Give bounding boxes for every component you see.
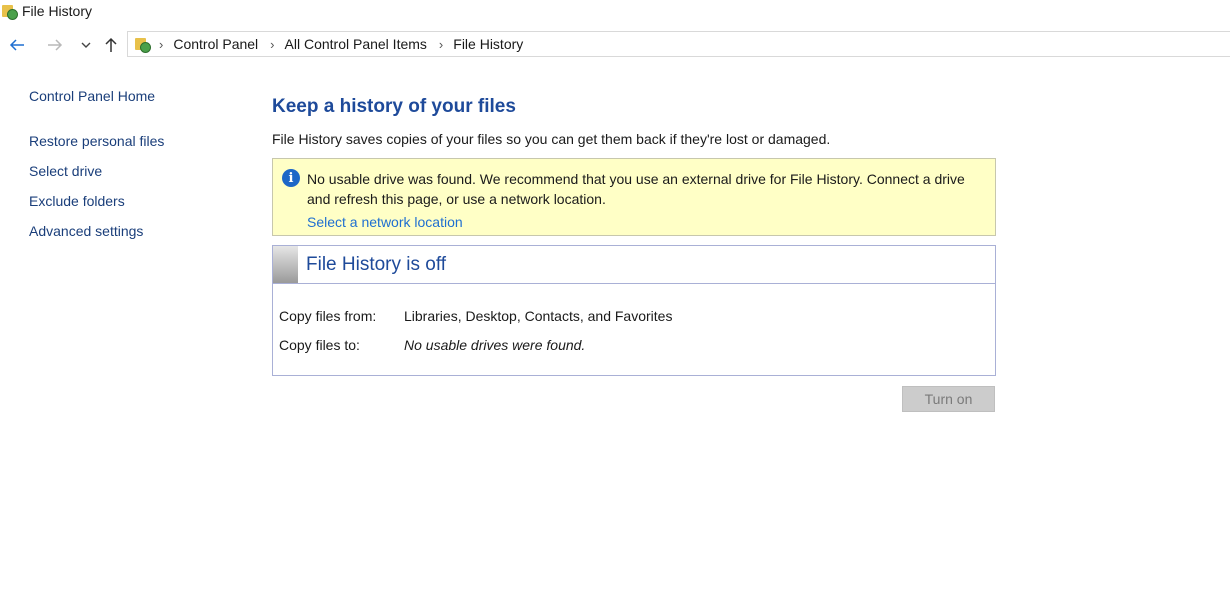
back-arrow-icon[interactable] xyxy=(6,34,28,56)
status-off-icon xyxy=(273,246,298,283)
sidebar-item-exclude-folders[interactable]: Exclude folders xyxy=(29,193,125,209)
status-header: File History is off xyxy=(273,246,995,284)
warning-notice: i No usable drive was found. We recommen… xyxy=(272,158,996,236)
forward-arrow-icon[interactable] xyxy=(44,34,66,56)
copy-from-value: Libraries, Desktop, Contacts, and Favori… xyxy=(404,308,673,324)
info-icon: i xyxy=(282,169,300,187)
address-bar: › Control Panel › All Control Panel Item… xyxy=(0,30,1230,60)
breadcrumb-file-history[interactable]: File History xyxy=(453,36,523,52)
sidebar-item-restore-personal-files[interactable]: Restore personal files xyxy=(29,133,164,149)
breadcrumb-all-control-panel-items[interactable]: All Control Panel Items xyxy=(285,36,427,52)
turn-on-button[interactable]: Turn on xyxy=(902,386,995,412)
breadcrumb[interactable]: › Control Panel › All Control Panel Item… xyxy=(127,31,1230,57)
up-arrow-icon[interactable] xyxy=(100,34,122,56)
notice-text: No usable drive was found. We recommend … xyxy=(307,171,965,207)
chevron-down-icon[interactable] xyxy=(75,34,97,56)
sidebar-item-advanced-settings[interactable]: Advanced settings xyxy=(29,223,143,239)
chevron-right-icon[interactable]: › xyxy=(159,37,163,52)
status-panel: File History is off Copy files from: Lib… xyxy=(272,245,996,376)
file-history-icon xyxy=(2,3,18,20)
breadcrumb-control-panel[interactable]: Control Panel xyxy=(173,36,258,52)
status-title: File History is off xyxy=(306,254,447,275)
file-history-icon xyxy=(135,36,151,53)
select-network-location-link[interactable]: Select a network location xyxy=(307,214,463,230)
window-title: File History xyxy=(22,3,93,19)
sidebar-item-control-panel-home[interactable]: Control Panel Home xyxy=(29,88,155,104)
copy-to-label: Copy files to: xyxy=(279,337,360,353)
sidebar-item-select-drive[interactable]: Select drive xyxy=(29,163,102,179)
copy-to-value: No usable drives were found. xyxy=(404,337,586,353)
page-title: Keep a history of your files xyxy=(272,96,516,117)
title-bar: File History xyxy=(0,0,1230,22)
page-description: File History saves copies of your files … xyxy=(272,131,831,147)
chevron-right-icon[interactable]: › xyxy=(270,37,274,52)
copy-from-label: Copy files from: xyxy=(279,308,377,324)
chevron-right-icon[interactable]: › xyxy=(439,37,443,52)
